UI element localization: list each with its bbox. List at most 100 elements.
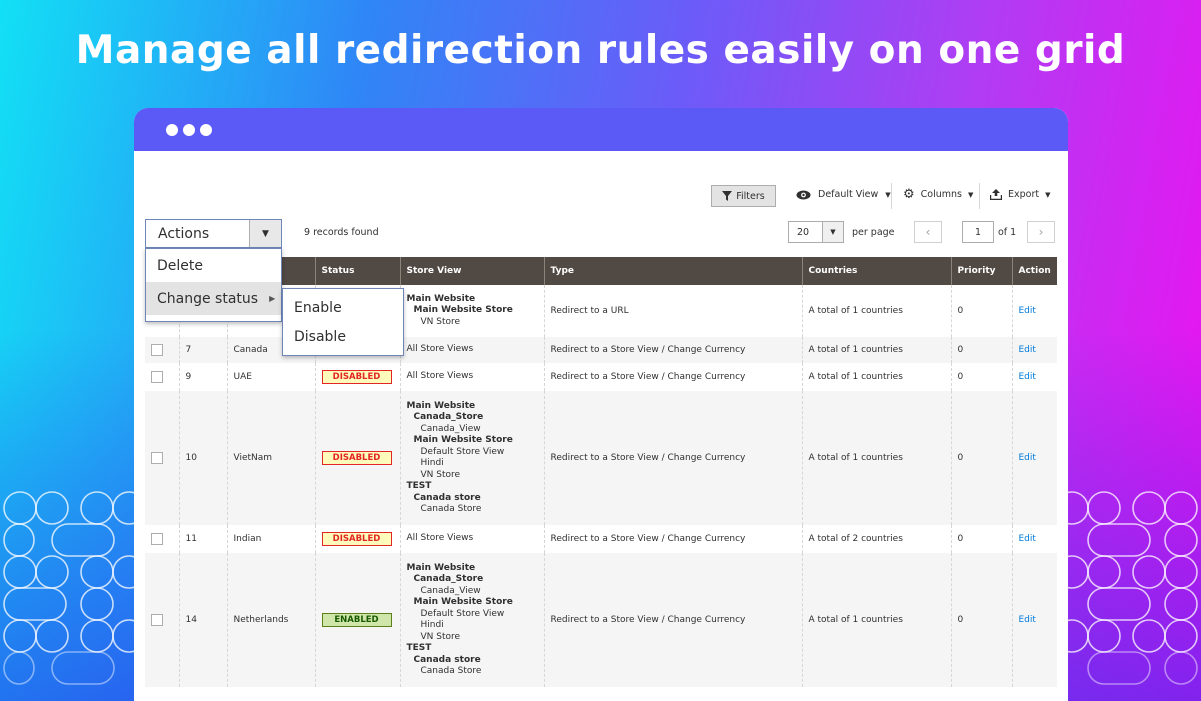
priority-cell: 0 (950, 525, 1012, 553)
edit-link[interactable]: Edit (1019, 615, 1036, 625)
countries-cell: A total of 1 countries (801, 553, 951, 687)
store-view-line: Canada_View (420, 585, 481, 596)
select-cell[interactable] (145, 391, 179, 525)
column-header-type[interactable]: Type (543, 257, 802, 285)
store-view-line: Main Website Store (413, 435, 513, 445)
chevron-down-icon: ▼ (1045, 190, 1051, 199)
store-view-line: Default Store View (420, 608, 505, 619)
edit-link[interactable]: Edit (1019, 372, 1036, 382)
store-view-line: Canada store (413, 654, 481, 665)
row-checkbox[interactable] (151, 452, 163, 464)
filters-label: Filters (736, 190, 765, 202)
chevron-left-icon: ‹ (925, 225, 931, 239)
row-checkbox[interactable] (151, 533, 163, 545)
filters-button[interactable]: Filters (711, 185, 776, 207)
export-icon (990, 189, 1002, 200)
store-view-line: All Store Views (406, 344, 474, 355)
id-cell: 9 (178, 363, 227, 391)
per-page-label: per page (852, 227, 895, 238)
per-page-select[interactable]: 20 ▼ (788, 221, 844, 243)
row-checkbox[interactable] (151, 614, 163, 626)
table-row: 11 Indian DISABLED All Store Views Redirect … (145, 525, 1057, 553)
next-page-button[interactable]: › (1027, 221, 1055, 243)
menu-item-disable[interactable]: Disable (283, 322, 403, 351)
status-cell: DISABLED (314, 525, 400, 553)
countries-cell: A total of 1 countries (801, 285, 951, 337)
store-view-cell: All Store Views (399, 337, 544, 363)
action-cell: Edit (1011, 525, 1057, 553)
actions-dropdown[interactable]: Actions ▼ (145, 219, 282, 248)
select-cell[interactable] (145, 525, 179, 553)
store-view-cell: All Store Views (399, 525, 544, 553)
edit-link[interactable]: Edit (1019, 345, 1036, 355)
status-badge: ENABLED (321, 613, 392, 627)
select-cell[interactable] (145, 337, 179, 363)
actions-label: Actions (158, 225, 210, 242)
type-cell: Redirect to a Store View / Change Curren… (543, 391, 802, 525)
store-view-cell: Main Website Canada_Store Canada_View Main … (399, 553, 544, 687)
type-cell: Redirect to a URL (543, 285, 802, 337)
column-header-countries[interactable]: Countries (801, 257, 951, 285)
prev-page-button[interactable]: ‹ (914, 221, 942, 243)
store-view-line: Main Website Store (413, 305, 513, 316)
grid-content: Filters Default View ▼ ⚙ Columns ▼ Expor… (134, 151, 1068, 701)
default-view-label: Default View (818, 189, 879, 200)
action-cell: Edit (1011, 363, 1057, 391)
row-checkbox[interactable] (151, 344, 163, 356)
store-view-list: Main Website Canada_Store Canada_View Main … (407, 563, 538, 678)
menu-item-enable[interactable]: Enable (283, 293, 403, 322)
store-view-line: Canada_Store (413, 412, 484, 422)
edit-link[interactable]: Edit (1019, 453, 1036, 463)
chevron-down-icon[interactable]: ▼ (249, 220, 281, 247)
chevron-down-icon: ▼ (822, 222, 843, 242)
store-view-list: All Store Views (407, 533, 538, 545)
type-cell: Redirect to a Store View / Change Curren… (543, 363, 802, 391)
row-checkbox[interactable] (151, 371, 163, 383)
store-view-line: TEST (406, 643, 432, 653)
page-total: of 1 (998, 227, 1017, 238)
store-view-list: All Store Views (407, 371, 538, 383)
select-cell[interactable] (145, 363, 179, 391)
chevron-down-icon: ▼ (885, 190, 891, 199)
type-cell: Redirect to a Store View / Change Curren… (543, 553, 802, 687)
priority-cell: 0 (950, 337, 1012, 363)
decorative-pattern-left (3, 491, 134, 685)
default-view-dropdown[interactable]: Default View ▼ (796, 189, 891, 200)
page-headline: Manage all redirection rules easily on o… (75, 28, 1126, 73)
column-header-store-view[interactable]: Store View (399, 257, 544, 285)
store-view-cell: All Store Views (399, 363, 544, 391)
store-view-line: Canada store (413, 492, 481, 503)
name-cell: UAE (226, 363, 315, 391)
store-view-line: Hindi (420, 620, 444, 630)
columns-label: Columns (920, 189, 962, 200)
funnel-icon (722, 191, 733, 201)
select-cell[interactable] (145, 553, 179, 687)
status-cell: DISABLED (314, 391, 400, 525)
action-cell: Edit (1011, 285, 1057, 337)
store-view-line: Canada Store (420, 504, 482, 514)
menu-item-change-status[interactable]: Change status ▶ (146, 282, 281, 315)
toolbar-divider (979, 183, 980, 209)
page-number-input[interactable]: 1 (962, 221, 994, 243)
priority-cell: 0 (950, 391, 1012, 525)
export-dropdown[interactable]: Export ▼ (990, 189, 1051, 200)
store-view-line: Main Website (406, 562, 476, 573)
type-cell: Redirect to a Store View / Change Curren… (543, 525, 802, 553)
name-cell: Indian (226, 525, 315, 553)
window-titlebar (134, 108, 1068, 151)
window-dot-icon (166, 124, 178, 136)
gear-icon: ⚙ (903, 186, 915, 202)
store-view-list: All Store Views (407, 344, 538, 356)
column-header-status[interactable]: Status (314, 257, 400, 285)
action-cell: Edit (1011, 337, 1057, 363)
column-header-priority[interactable]: Priority (950, 257, 1012, 285)
name-cell: Netherlands (226, 553, 315, 687)
id-cell: 11 (178, 525, 227, 553)
eye-icon (796, 190, 811, 199)
store-view-list: Main Website Main Website Store VN Store (407, 294, 538, 329)
edit-link[interactable]: Edit (1019, 534, 1036, 544)
menu-item-delete[interactable]: Delete (146, 249, 281, 282)
columns-dropdown[interactable]: ⚙ Columns ▼ (903, 186, 974, 202)
chevron-down-icon: ▼ (968, 190, 974, 199)
edit-link[interactable]: Edit (1019, 306, 1036, 316)
